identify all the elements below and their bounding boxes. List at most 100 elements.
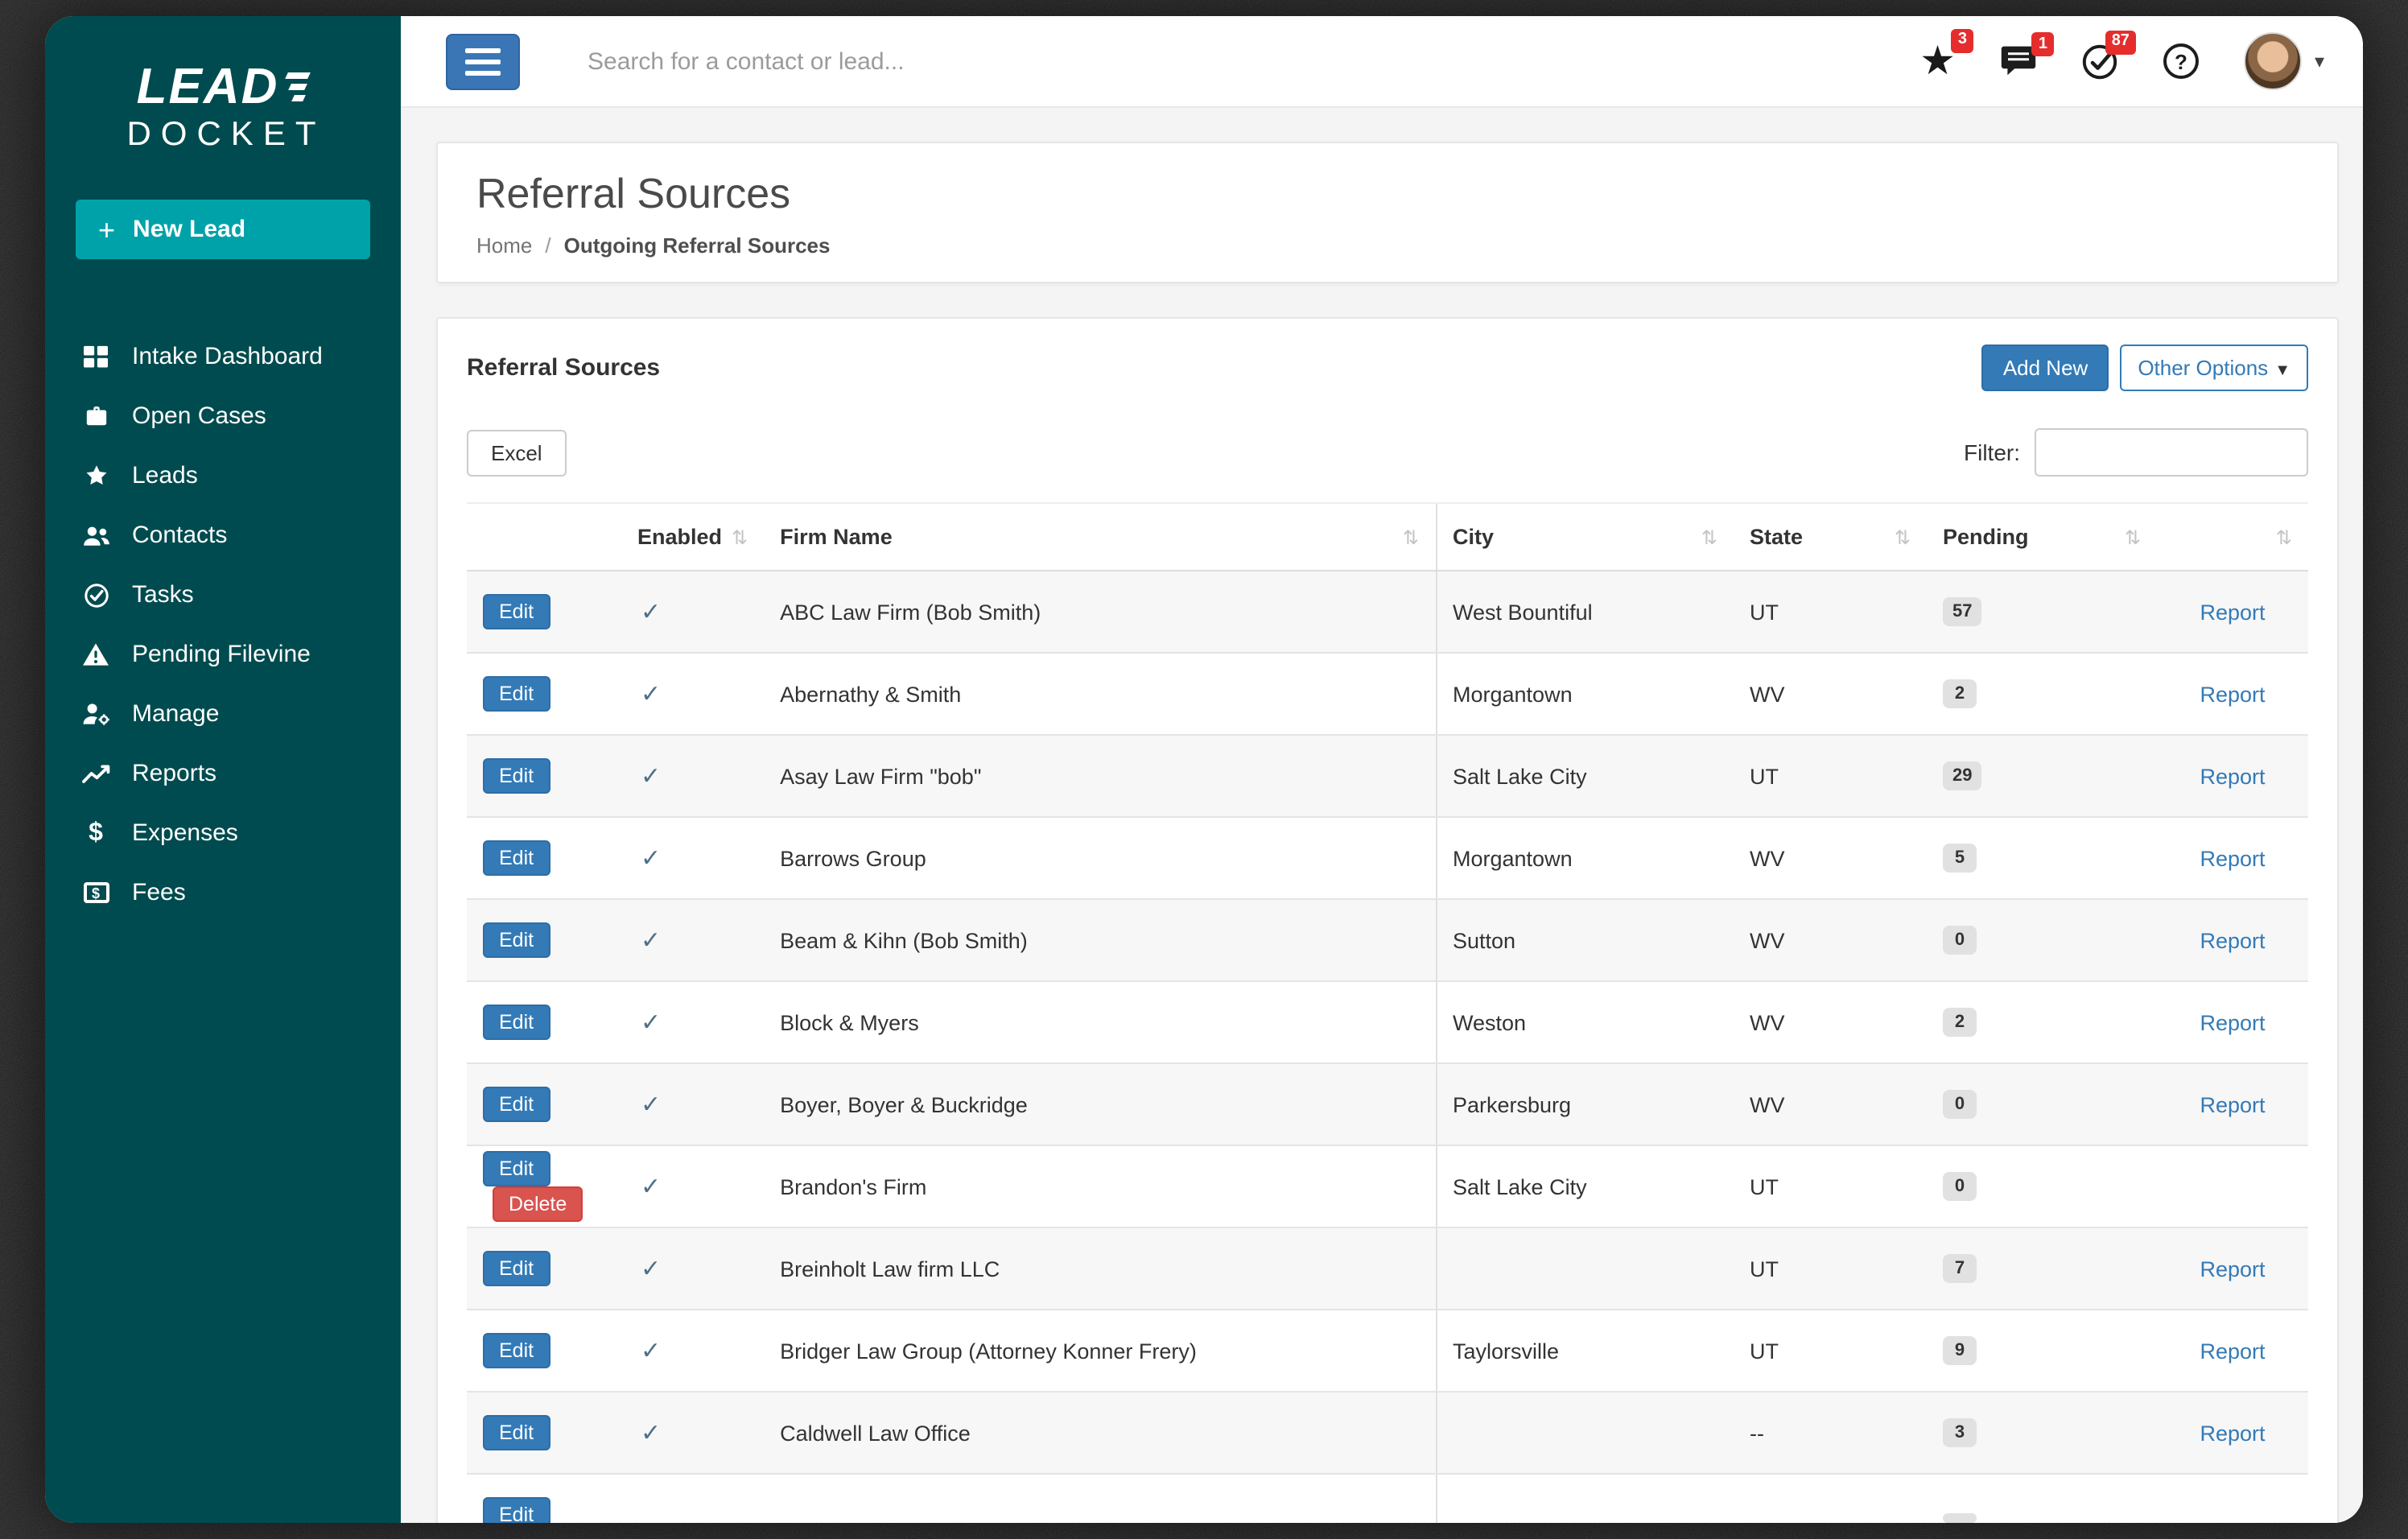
pending-badge (1943, 1512, 1977, 1522)
sidebar-item-tasks[interactable]: Tasks (45, 565, 401, 625)
brand-name-top: LEAD (137, 61, 279, 111)
edit-button[interactable]: Edit (483, 1087, 550, 1122)
enabled-cell: ✓ (621, 817, 764, 899)
pending-cell: 2 (1927, 653, 2157, 735)
state-cell: WV (1734, 899, 1927, 981)
enabled-check-icon: ✓ (641, 1418, 661, 1447)
report-link[interactable]: Report (2200, 1010, 2265, 1034)
help-icon: ? (2163, 43, 2199, 79)
tasks-notification-button[interactable]: 87 (2081, 43, 2118, 80)
messages-button[interactable]: 1 (2001, 45, 2036, 77)
sidebar-item-label: Leads (132, 462, 198, 489)
caret-down-icon: ▼ (2274, 362, 2290, 380)
sidebar-item-manage[interactable]: Manage (45, 684, 401, 744)
manage-icon (80, 702, 111, 726)
sort-icon[interactable]: ⇅ (1895, 526, 1911, 548)
report-link[interactable]: Report (2200, 1256, 2265, 1281)
sidebar-item-expenses[interactable]: $Expenses (45, 803, 401, 863)
favorites-button[interactable]: ★ 3 (1919, 41, 1956, 81)
edit-button[interactable]: Edit (483, 1005, 550, 1040)
sidebar-item-reports[interactable]: Reports (45, 744, 401, 803)
table-row: Edit ✓Bridger Law Group (Attorney Konner … (467, 1310, 2308, 1392)
firm-name-cell: Bridger Law Group (Attorney Konner Frery… (764, 1310, 1436, 1392)
panel-title: Referral Sources (467, 354, 660, 382)
state-cell: UT (1734, 571, 1927, 653)
sort-icon[interactable]: ⇅ (1403, 526, 1419, 548)
firm-name-cell: ABC Law Firm (Bob Smith) (764, 571, 1436, 653)
firm-name-cell: Breinholt Law firm LLC (764, 1227, 1436, 1310)
add-new-button[interactable]: Add New (1982, 345, 2109, 391)
state-cell (1734, 1474, 1927, 1523)
report-link[interactable]: Report (2200, 764, 2265, 788)
delete-button[interactable]: Delete (493, 1186, 583, 1222)
edit-button[interactable]: Edit (483, 1497, 550, 1523)
hamburger-menu-button[interactable] (446, 33, 520, 89)
user-menu[interactable]: ▾ (2244, 32, 2324, 90)
search-input[interactable] (588, 47, 1907, 75)
actions-header (467, 503, 621, 571)
firm-name-cell: Brandon's Firm (764, 1145, 1436, 1227)
enabled-cell: ✓ (621, 735, 764, 817)
sidebar-item-fees[interactable]: $Fees (45, 863, 401, 922)
sidebar-item-intake-dashboard[interactable]: Intake Dashboard (45, 327, 401, 386)
pending-cell: 2 (1927, 981, 2157, 1063)
sort-icon[interactable]: ⇅ (732, 526, 748, 548)
edit-button[interactable]: Edit (483, 1333, 550, 1368)
sort-icon[interactable]: ⇅ (2125, 526, 2141, 548)
report-link[interactable]: Report (2200, 846, 2265, 870)
help-button[interactable]: ? (2163, 43, 2199, 79)
report-link[interactable]: Report (2200, 928, 2265, 952)
edit-button[interactable]: Edit (483, 758, 550, 794)
messages-badge: 1 (2032, 32, 2054, 56)
pending-badge: 2 (1943, 679, 1977, 708)
avatar[interactable] (2244, 32, 2302, 90)
report-cell: Report (2157, 653, 2308, 735)
sort-icon[interactable]: ⇅ (2276, 526, 2292, 548)
sort-icon[interactable]: ⇅ (1701, 526, 1717, 548)
edit-button[interactable]: Edit (483, 594, 550, 629)
report-link[interactable]: Report (2200, 1092, 2265, 1116)
report-link[interactable]: Report (2200, 1339, 2265, 1363)
sidebar-item-pending-filevine[interactable]: Pending Filevine (45, 625, 401, 684)
enabled-cell: ✓ (621, 1227, 764, 1310)
breadcrumb-home-link[interactable]: Home (476, 233, 532, 258)
enabled-cell: ✓ (621, 1310, 764, 1392)
filter-input[interactable] (2035, 428, 2308, 477)
enabled-header: Enabled ⇅ (621, 503, 764, 571)
enabled-check-icon: ✓ (641, 1172, 661, 1201)
report-header: ⇅ (2157, 503, 2308, 571)
report-link[interactable]: Report (2200, 1421, 2265, 1445)
other-options-button[interactable]: Other Options▼ (2120, 345, 2308, 391)
row-actions-cell: Edit (467, 899, 621, 981)
city-cell: Salt Lake City (1436, 735, 1734, 817)
report-cell: Report (2157, 735, 2308, 817)
edit-button[interactable]: Edit (483, 1151, 550, 1186)
edit-button[interactable]: Edit (483, 676, 550, 712)
new-lead-button[interactable]: + New Lead (76, 200, 370, 259)
firm-name-cell: Barrows Group (764, 817, 1436, 899)
edit-button[interactable]: Edit (483, 922, 550, 958)
city-cell: Parkersburg (1436, 1063, 1734, 1145)
pending-cell: 7 (1927, 1227, 2157, 1310)
report-link[interactable]: Report (2200, 682, 2265, 706)
sidebar-item-contacts[interactable]: Contacts (45, 505, 401, 565)
city-cell: Morgantown (1436, 653, 1734, 735)
edit-button[interactable]: Edit (483, 1415, 550, 1450)
enabled-header-label: Enabled (637, 525, 722, 549)
sidebar-item-open-cases[interactable]: Open Cases (45, 386, 401, 446)
edit-button[interactable]: Edit (483, 840, 550, 876)
enabled-check-icon: ✓ (641, 761, 661, 790)
state-header: State ⇅ (1734, 503, 1927, 571)
sidebar-item-label: Fees (132, 879, 186, 906)
enabled-cell: ✓ (621, 981, 764, 1063)
sidebar-item-label: Expenses (132, 819, 238, 847)
sidebar-item-leads[interactable]: Leads (45, 446, 401, 505)
report-link[interactable]: Report (2200, 600, 2265, 624)
table-row: Edit (467, 1474, 2308, 1523)
enabled-check-icon: ✓ (641, 844, 661, 873)
enabled-check-icon: ✓ (641, 1090, 661, 1119)
excel-export-button[interactable]: Excel (467, 429, 567, 476)
sidebar: LEAD DOCKET + New Lead Intake DashboardO… (45, 16, 401, 1523)
edit-button[interactable]: Edit (483, 1251, 550, 1286)
logo-speed-lines-icon (287, 72, 309, 101)
